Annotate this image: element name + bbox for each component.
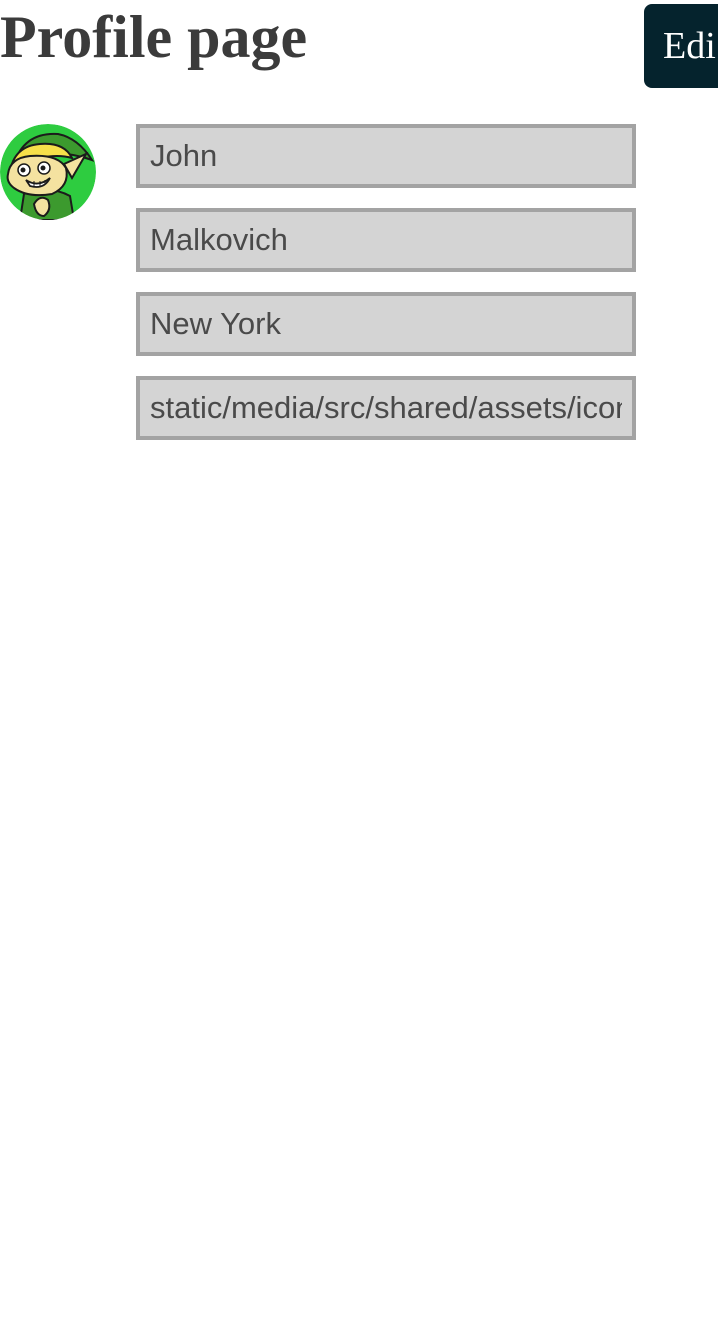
page-title: Profile page <box>0 4 308 70</box>
city-field[interactable] <box>136 292 636 356</box>
cartoon-elf-avatar-icon <box>0 124 96 220</box>
last-name-field[interactable] <box>136 208 636 272</box>
edit-button[interactable]: Edi <box>644 4 718 88</box>
avatar-path-field[interactable] <box>136 376 636 440</box>
first-name-field[interactable] <box>136 124 636 188</box>
avatar <box>0 124 96 220</box>
